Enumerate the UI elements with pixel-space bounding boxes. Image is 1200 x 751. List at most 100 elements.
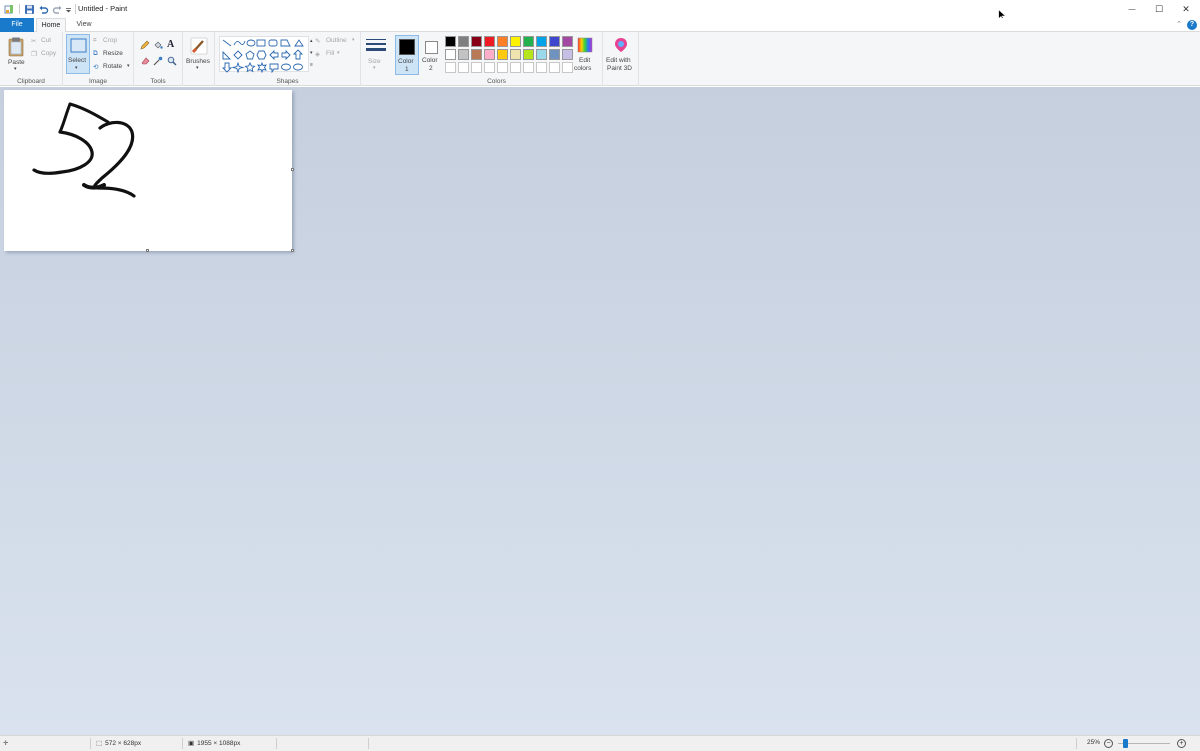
size-button[interactable]: Size ▾ (364, 36, 388, 74)
custom-color-slot[interactable] (445, 62, 456, 73)
fill-dropdown-icon: ▾ (337, 50, 340, 56)
paint3d-label-2: Paint 3D (607, 65, 632, 72)
palette-color-swatch[interactable] (510, 49, 521, 60)
paste-button[interactable]: Paste ▾ (4, 35, 28, 73)
rotate-icon: ⟲ (93, 64, 99, 71)
image-group-label: Image (88, 78, 108, 85)
save-icon[interactable] (24, 4, 35, 15)
palette-color-swatch[interactable] (458, 49, 469, 60)
color1-button[interactable]: Color 1 (395, 35, 419, 75)
zoom-out-icon[interactable]: − (1104, 739, 1113, 748)
palette-color-swatch[interactable] (497, 49, 508, 60)
palette-color-swatch[interactable] (471, 36, 482, 47)
text-tool-icon[interactable]: A (167, 39, 174, 50)
minimize-icon: — (1128, 5, 1136, 13)
palette-color-swatch[interactable] (484, 49, 495, 60)
palette-color-swatch[interactable] (458, 36, 469, 47)
drawing-canvas[interactable] (4, 90, 292, 251)
color2-number: 2 (429, 65, 433, 72)
outline-label: Outline (326, 37, 347, 44)
title-bar: Untitled - Paint — ☐ ✕ (0, 0, 1200, 22)
brushes-label: Brushes (186, 58, 210, 65)
edit-with-paint3d-button[interactable]: Edit with Paint 3D (605, 35, 637, 75)
paste-dropdown-icon[interactable]: ▾ (14, 66, 17, 72)
custom-color-slot[interactable] (458, 62, 469, 73)
palette-color-swatch[interactable] (549, 49, 560, 60)
palette-color-swatch[interactable] (562, 49, 573, 60)
custom-color-slot[interactable] (536, 62, 547, 73)
palette-color-swatch[interactable] (536, 49, 547, 60)
paint3d-icon (615, 38, 627, 52)
palette-color-swatch[interactable] (536, 36, 547, 47)
cursor-position-icon: ✛ (3, 740, 9, 747)
palette-color-swatch[interactable] (523, 36, 534, 47)
edit-colors-button[interactable]: Edit colors (573, 35, 597, 75)
select-button[interactable]: Select ▾ (66, 34, 90, 74)
undo-icon[interactable] (38, 4, 49, 15)
custom-color-slot[interactable] (497, 62, 508, 73)
custom-color-slot[interactable] (549, 62, 560, 73)
scissors-icon: ✂ (31, 38, 37, 45)
color2-label: Color (422, 57, 438, 64)
tab-view[interactable]: View (70, 18, 98, 32)
tab-home[interactable]: Home (36, 18, 66, 33)
scroll-up-icon[interactable]: ▴ (310, 38, 313, 44)
custom-color-slot[interactable] (484, 62, 495, 73)
magnifier-icon[interactable] (167, 56, 177, 66)
palette-color-swatch[interactable] (510, 36, 521, 47)
copy-icon: ❐ (31, 51, 37, 58)
palette-color-swatch[interactable] (549, 36, 560, 47)
redo-icon[interactable] (52, 4, 63, 15)
clipboard-icon (8, 37, 24, 57)
canvas-workspace[interactable] (0, 87, 1200, 735)
scroll-down-icon[interactable]: ▾ (310, 50, 313, 56)
quick-access-toolbar (4, 3, 76, 15)
custom-color-slot[interactable] (471, 62, 482, 73)
fill-icon: ◈ (315, 51, 320, 58)
help-icon[interactable]: ? (1187, 20, 1197, 30)
palette-color-swatch[interactable] (562, 36, 573, 47)
palette-color-swatch[interactable] (523, 49, 534, 60)
custom-color-slot[interactable] (523, 62, 534, 73)
custom-color-slot[interactable] (562, 62, 573, 73)
palette-color-swatch[interactable] (497, 36, 508, 47)
shapes-group-label: Shapes (276, 78, 299, 85)
fill-bucket-icon[interactable] (153, 40, 163, 50)
shapes-group: ▴ ▾ ≡ ✎ Outline ▾ ◈ Fill ▾ Shapes (215, 32, 361, 86)
palette-color-swatch[interactable] (471, 49, 482, 60)
selection-size-item: ⬚ 572 × 628px (96, 739, 141, 748)
image-group: Select ▾ ⌗ Crop ⧉ Resize ⟲ Rotate ▾ Imag… (63, 32, 134, 86)
status-bar: ✛ ⬚ 572 × 628px ▣ 1955 × 1088px 25% − + (0, 735, 1200, 751)
zoom-slider-thumb[interactable] (1123, 739, 1128, 748)
eraser-icon[interactable] (140, 56, 150, 66)
tools-group: A Tools (134, 32, 183, 86)
minimize-button[interactable]: — (1118, 0, 1146, 18)
zoom-in-icon[interactable]: + (1177, 739, 1186, 748)
palette-color-swatch[interactable] (445, 36, 456, 47)
custom-color-slot[interactable] (510, 62, 521, 73)
brushes-button[interactable]: Brushes ▾ (185, 35, 213, 75)
collapse-ribbon-icon[interactable]: ⌃ (1176, 20, 1182, 28)
color-picker-icon[interactable] (153, 56, 163, 66)
resize-handle-right[interactable] (291, 168, 294, 171)
tab-file[interactable]: File (0, 18, 34, 32)
palette-color-swatch[interactable] (445, 49, 456, 60)
copy-label: Copy (41, 50, 57, 57)
palette-color-swatch[interactable] (484, 36, 495, 47)
maximize-button[interactable]: ☐ (1145, 0, 1173, 18)
status-separator (90, 738, 91, 749)
customize-quick-access-icon[interactable] (65, 4, 72, 15)
resize-handle-corner[interactable] (291, 249, 294, 252)
resize-handle-bottom[interactable] (146, 249, 149, 252)
close-button[interactable]: ✕ (1172, 0, 1200, 18)
window-title: Untitled - Paint (78, 4, 128, 13)
shapes-gallery[interactable] (219, 36, 309, 74)
cut-label: Cut (41, 37, 52, 44)
color2-button[interactable]: Color 2 (421, 35, 443, 75)
pencil-icon[interactable] (140, 40, 150, 50)
select-dropdown-icon[interactable]: ▾ (75, 65, 78, 71)
close-icon: ✕ (1182, 3, 1190, 14)
expand-gallery-icon[interactable]: ≡ (310, 62, 313, 68)
image-size-icon: ▣ (188, 740, 195, 747)
size-dropdown-icon: ▾ (373, 65, 376, 71)
